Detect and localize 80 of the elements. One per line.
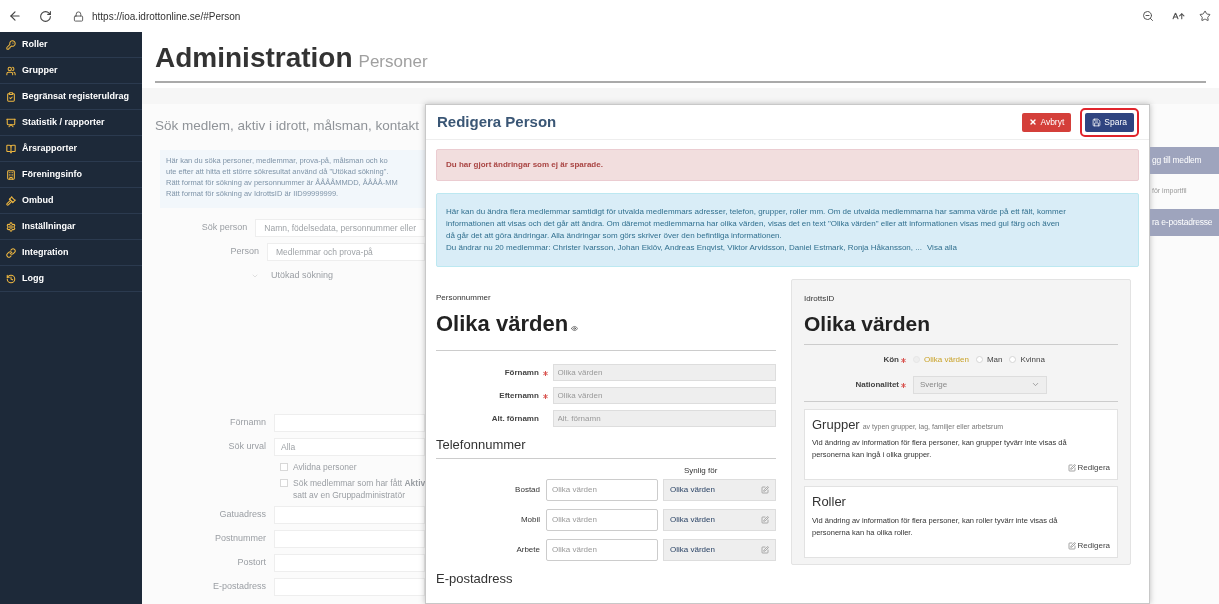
gear-icon [6, 221, 16, 232]
history-icon [6, 273, 16, 284]
clipboard-icon [6, 91, 16, 102]
phone-input[interactable]: Olika värden [546, 478, 658, 501]
checkbox[interactable] [280, 463, 288, 471]
card-title: Roller [812, 493, 846, 511]
close-icon [1029, 118, 1038, 126]
field-label: Nationalitet [855, 378, 899, 391]
zoom-out-icon[interactable] [1142, 10, 1154, 22]
checkbox[interactable] [280, 479, 288, 487]
section-heading: E-postadress [436, 570, 514, 586]
field-label: Mobil [519, 513, 540, 526]
lock-icon[interactable] [73, 10, 84, 22]
personnummer-value: Olika värden [436, 310, 569, 338]
input-field[interactable] [274, 554, 425, 572]
input-field[interactable] [274, 530, 425, 548]
field-label: Gatuadress [218, 508, 267, 522]
field-label: Bostad [514, 483, 540, 496]
star-icon[interactable] [1199, 10, 1211, 22]
back-icon[interactable] [8, 9, 22, 23]
radio-option[interactable]: Kvinna [1009, 353, 1045, 366]
page-subtitle: Personer [358, 51, 428, 73]
edit-icon [761, 515, 769, 524]
checkbox-label: Sök medlemmar som har fått Aktiv [293, 477, 425, 489]
building-icon [6, 169, 16, 180]
edit-link[interactable]: Redigera [1067, 539, 1110, 552]
presentation-icon [6, 117, 16, 128]
edit-icon [1067, 541, 1076, 550]
card-title: Grupper [812, 415, 860, 434]
field-label: E-postadress [211, 580, 267, 594]
field-label: Alt. förnamn [491, 412, 539, 425]
dialog-title: Redigera Person [437, 111, 557, 132]
warning-alert: Du har gjort ändringar som ej är sparade. [436, 149, 1139, 181]
field-label: Sök urval [227, 440, 267, 454]
field-label: IdrottsID [804, 293, 836, 305]
phone-input[interactable]: Olika värden [546, 508, 658, 531]
panel-title: Sök medlem, aktiv i idrott, målsman, kontakt [155, 117, 420, 135]
page-title: Administration [155, 41, 353, 75]
field-label: Förnamn [229, 416, 267, 430]
field-label: Postort [236, 556, 267, 570]
cancel-button[interactable]: Avbryt [1022, 112, 1072, 132]
visibility-select[interactable]: Olika värden [663, 478, 776, 501]
book-icon [6, 143, 16, 154]
section-heading: Telefonnummer [436, 436, 527, 454]
save-button[interactable]: Spara [1085, 112, 1134, 132]
info-text: Här kan du ändra flera medlemmar samtidigt för utvalda medlemmars adresser, telefon, grupper, roller mm. Om de utvalda medlemmarna har samma värde på ett fält, kommer informationen att visas och det går att ändra. Om däremot medlemmarna har olika värden, visas det en text "Olika värden" eller att informationen visas med gul färg och även då går det att göra ändringar. Alla ändringar som görs skriver över den befintliga informationen. [446, 206, 1067, 242]
link-icon [6, 247, 16, 258]
radio-option[interactable]: Man [975, 353, 1003, 366]
idrottsid-value: Olika värden [804, 311, 932, 337]
field-label: Förnamn [504, 366, 539, 379]
phone-input[interactable]: Olika värden [546, 538, 658, 561]
eye-icon[interactable] [571, 325, 579, 332]
field-label: Efternamn [499, 389, 539, 402]
field-label: Personnummer [436, 292, 492, 304]
input-field[interactable] [274, 506, 425, 524]
field-label: Postnummer [213, 532, 267, 546]
chevron-icon [1031, 380, 1040, 389]
checkbox-label: Avlidna personer [293, 461, 357, 473]
input-field[interactable] [274, 578, 425, 596]
column-header: Synlig för [684, 464, 719, 477]
users-icon [6, 65, 16, 76]
field-label: Sök person [200, 221, 249, 235]
gavel-icon [6, 195, 16, 206]
reload-icon[interactable] [39, 9, 52, 23]
input-field[interactable] [274, 414, 425, 432]
visibility-select[interactable]: Olika värden [663, 538, 776, 561]
edit-icon [1067, 464, 1076, 472]
field-label: Arbete [515, 543, 540, 556]
key-icon [6, 39, 16, 50]
members-text: Du ändrar nu 20 medlemmar: Christer Ivarsson, Johan Eklöv, Andreas Enqvist, Viktor Arvidsson, Daniel Estmark, Ronja Håkansson, ... [446, 242, 922, 254]
show-all-link[interactable]: Visa alla [926, 242, 957, 254]
address-bar[interactable]: https://ioa.idrottonline.se/#Person [92, 8, 241, 24]
checkbox-label: satt av en Gruppadministratör [293, 489, 406, 501]
field-label: Kön [883, 353, 899, 366]
field-label: Person [229, 245, 260, 259]
edit-icon [761, 485, 769, 494]
edit-link[interactable]: Redigera [1067, 462, 1110, 474]
chevron-icon [251, 272, 259, 280]
visibility-select[interactable]: Olika värden [663, 508, 776, 531]
edit-icon [761, 545, 769, 554]
